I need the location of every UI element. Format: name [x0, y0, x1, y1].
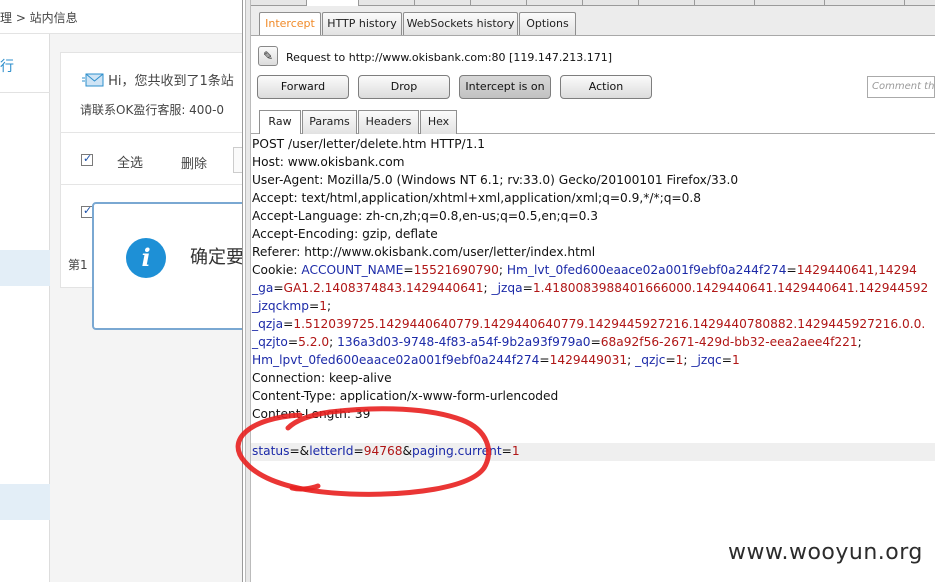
edit-icon[interactable]: ✎: [258, 46, 278, 66]
cookie-line: _ga=GA1.2.1408374843.1429440641; _jzqa=1…: [252, 281, 929, 295]
drop-button[interactable]: Drop: [358, 75, 450, 99]
header-host: Host: www.okisbank.com: [252, 155, 405, 169]
delete-button[interactable]: 删除: [181, 153, 207, 172]
nav-divider: [0, 92, 50, 93]
request-line: POST /user/letter/delete.htm HTTP/1.1: [252, 137, 486, 151]
tab-headers[interactable]: Headers: [358, 110, 419, 134]
nav-item-selected[interactable]: [0, 484, 50, 520]
tab-intercept[interactable]: Intercept: [259, 12, 321, 35]
header-accept: Accept: text/html,application/xhtml+xml,…: [252, 191, 702, 205]
header-content-length: Content-Length: 39: [252, 407, 371, 421]
tab-hex[interactable]: Hex: [420, 110, 457, 134]
header-connection: Connection: keep-alive: [252, 371, 392, 385]
tab-params[interactable]: Params: [302, 110, 357, 134]
header-accept-language: Accept-Language: zh-cn,zh;q=0.8,en-us;q=…: [252, 209, 598, 223]
header-referer: Referer: http://www.okisbank.com/user/le…: [252, 245, 596, 259]
request-body: status=&letterId=94768&paging.current=1: [252, 444, 520, 458]
confirm-dialog-text: 确定要: [190, 247, 242, 268]
header-cookie: Cookie: ACCOUNT_NAME=15521690790; Hm_lvt…: [252, 263, 917, 277]
forward-button[interactable]: Forward: [257, 75, 349, 99]
breadcrumb: 理 > 站内信息: [0, 0, 242, 34]
tab-options[interactable]: Options: [519, 12, 576, 35]
notice-text: Hi，您共收到了1条站: [108, 74, 234, 89]
info-icon: i: [126, 238, 166, 278]
breadcrumb-text: 理 > 站内信息: [0, 11, 78, 25]
nav-item-selected[interactable]: [0, 250, 50, 286]
comment-field[interactable]: Comment this: [867, 76, 935, 98]
cookie-line: _qzjto=5.2.0; 136a3d03-9748-4f83-a54f-9b…: [252, 335, 862, 349]
cookie-line: Hm_lpvt_0fed600eaace02a001f9ebf0a244f274…: [252, 353, 740, 367]
header-accept-encoding: Accept-Encoding: gzip, deflate: [252, 227, 438, 241]
select-all-label[interactable]: 全选: [117, 152, 143, 171]
raw-request-editor[interactable]: POST /user/letter/delete.htm HTTP/1.1 Ho…: [251, 135, 935, 582]
watermark: www.wooyun.org: [728, 540, 923, 565]
notice-line: Hi，您共收到了1条站: [82, 70, 234, 89]
pager: 第1: [68, 258, 88, 272]
header-user-agent: User-Agent: Mozilla/5.0 (Windows NT 6.1;…: [252, 173, 739, 187]
left-nav: 行: [0, 34, 50, 582]
envelope-icon: [82, 73, 104, 87]
action-button[interactable]: Action: [560, 75, 652, 99]
header-content-type: Content-Type: application/x-www-form-url…: [252, 389, 559, 403]
tab-http-history[interactable]: HTTP history: [322, 12, 402, 35]
cookie-line: _jzqckmp=1;: [252, 299, 332, 313]
select-all-checkbox[interactable]: [81, 152, 93, 166]
request-target: Request to http://www.okisbank.com:80 [1…: [286, 51, 613, 64]
intercept-toggle-button[interactable]: Intercept is on: [459, 75, 551, 99]
contact-line: 请联系OK盈行客服: 400-0: [80, 103, 225, 117]
nav-item-partial[interactable]: 行: [0, 56, 50, 76]
cookie-line: _qzja=1.512039725.1429440640779.14294406…: [252, 317, 926, 331]
tab-raw[interactable]: Raw: [259, 110, 301, 134]
filter-select[interactable]: [233, 147, 242, 173]
row-divider: [60, 132, 242, 133]
background-web-page: 理 > 站内信息 行 Hi，您共收到了1条站 请联系OK盈行客服: 400-0 …: [0, 0, 242, 582]
tab-websockets-history[interactable]: WebSockets history: [403, 12, 518, 35]
row-divider: [60, 184, 242, 185]
